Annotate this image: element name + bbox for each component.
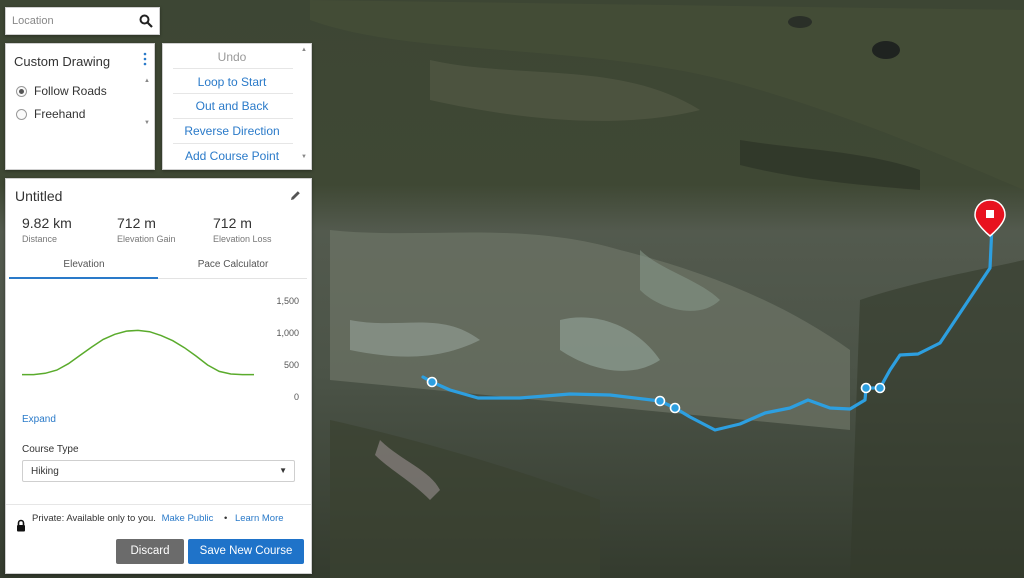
course-type-value: Hiking <box>31 466 59 477</box>
freehand-label: Freehand <box>34 107 86 121</box>
privacy-row: Private: Available only to you. Make Pub… <box>16 513 287 532</box>
chevron-down-icon: ▼ <box>279 466 287 475</box>
drawing-mode-title: Custom Drawing <box>14 54 111 69</box>
route-waypoint[interactable] <box>669 402 681 414</box>
route-waypoint[interactable] <box>426 376 438 388</box>
radio-unselected-icon[interactable] <box>16 108 27 120</box>
bullet-separator: • <box>223 513 228 524</box>
divider <box>173 93 293 94</box>
elevation-gain-label: Elevation Gain <box>117 234 176 244</box>
out-and-back-button[interactable]: Out and Back <box>163 99 301 113</box>
save-new-course-button[interactable]: Save New Course <box>188 539 304 564</box>
loop-to-start-button[interactable]: Loop to Start <box>163 75 301 89</box>
elevation-series-line <box>22 329 254 376</box>
stat-elevation-loss: 712 m Elevation Loss <box>213 215 272 244</box>
elevation-loss-label: Elevation Loss <box>213 234 272 244</box>
course-panel: Untitled 9.82 km Distance 712 m Elevatio… <box>5 178 312 574</box>
more-options-icon[interactable] <box>142 52 148 66</box>
tab-pace-calculator[interactable]: Pace Calculator <box>158 259 308 270</box>
route-actions-panel: Undo Loop to Start Out and Back Reverse … <box>162 43 312 170</box>
edit-title-pencil-icon[interactable] <box>290 190 301 201</box>
route-waypoint[interactable] <box>654 395 666 407</box>
search-icon[interactable] <box>139 14 153 28</box>
location-search-input[interactable] <box>6 8 143 34</box>
add-course-point-button[interactable]: Add Course Point <box>163 149 301 163</box>
expand-link[interactable]: Expand <box>22 414 56 425</box>
learn-more-link[interactable]: Learn More <box>235 513 284 524</box>
follow-roads-option[interactable]: Follow Roads <box>16 84 107 98</box>
location-search <box>5 7 160 35</box>
distance-value: 9.82 km <box>22 215 72 231</box>
divider <box>6 504 311 505</box>
y-tick-label: 500 <box>284 360 299 370</box>
route-waypoint[interactable] <box>874 382 886 394</box>
course-type-label: Course Type <box>22 444 79 455</box>
elevation-gain-value: 712 m <box>117 215 156 231</box>
scroll-up-icon[interactable]: ▲ <box>144 78 150 84</box>
active-tab-indicator <box>9 277 158 279</box>
divider <box>173 143 293 144</box>
elevation-chart: 1,500 1,000 500 0 <box>22 296 299 402</box>
divider <box>173 118 293 119</box>
drawing-mode-panel: Custom Drawing Follow Roads Freehand ▲ ▼ <box>5 43 155 170</box>
y-tick-label: 1,000 <box>276 328 299 338</box>
radio-selected-icon[interactable] <box>16 85 27 97</box>
freehand-option[interactable]: Freehand <box>16 107 85 121</box>
distance-label: Distance <box>22 234 58 244</box>
y-tick-label: 0 <box>294 392 299 402</box>
course-type-select[interactable]: Hiking ▼ <box>22 460 295 482</box>
undo-button[interactable]: Undo <box>163 50 301 64</box>
make-public-link[interactable]: Make Public <box>162 513 214 524</box>
y-tick-label: 1,500 <box>276 296 299 306</box>
follow-roads-label: Follow Roads <box>34 84 107 98</box>
privacy-text: Private: Available only to you. <box>32 513 156 524</box>
route-waypoint[interactable] <box>860 382 872 394</box>
course-title[interactable]: Untitled <box>15 188 62 204</box>
discard-button[interactable]: Discard <box>116 539 184 564</box>
stat-elevation-gain: 712 m Elevation Gain <box>117 215 176 244</box>
elevation-loss-value: 712 m <box>213 215 252 231</box>
scroll-down-icon[interactable]: ▼ <box>144 120 150 126</box>
scroll-up-icon[interactable]: ▲ <box>301 47 307 53</box>
tab-elevation[interactable]: Elevation <box>9 259 159 270</box>
divider <box>173 68 293 69</box>
reverse-direction-button[interactable]: Reverse Direction <box>163 124 301 138</box>
stat-distance: 9.82 km Distance <box>22 215 72 244</box>
lock-icon <box>17 519 25 532</box>
scroll-down-icon[interactable]: ▼ <box>301 154 307 160</box>
